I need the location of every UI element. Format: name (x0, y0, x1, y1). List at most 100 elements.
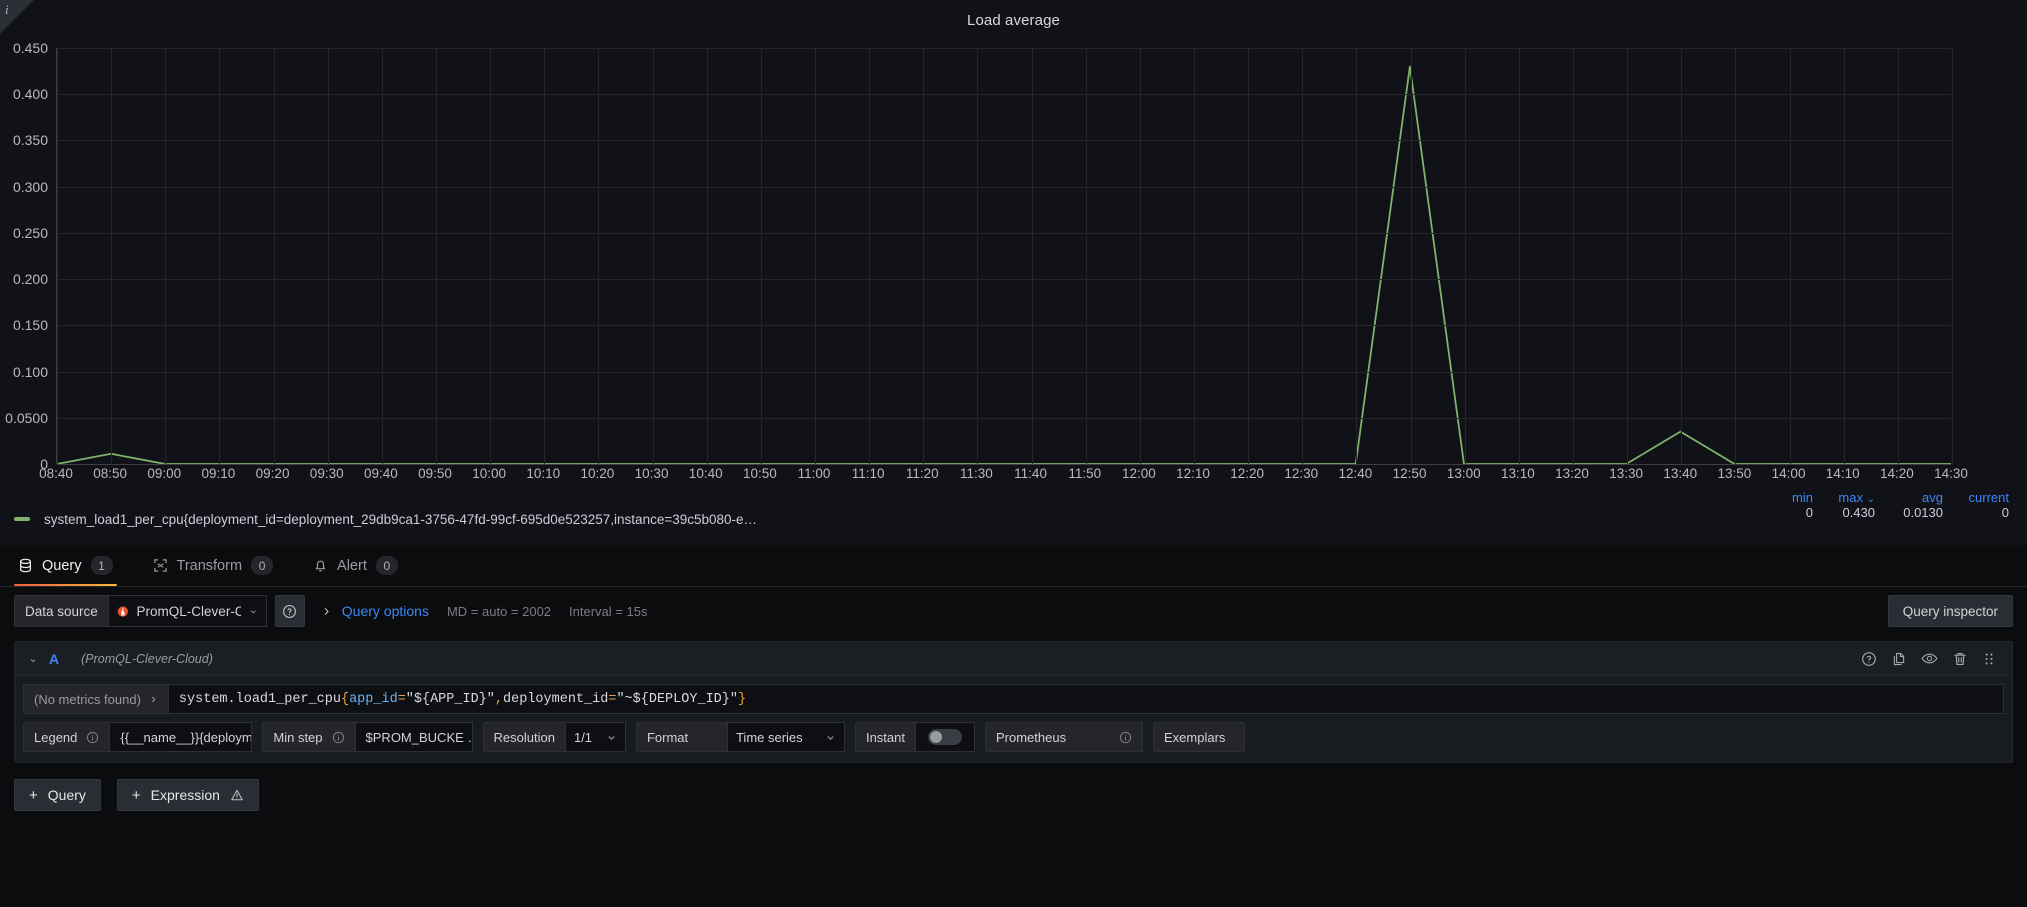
x-axis-tick-label: 09:30 (309, 466, 344, 481)
format-label: Format (635, 722, 728, 752)
grid-line-vertical (1085, 48, 1087, 464)
datasource-row: Data source PromQL-Clever-Cloud Query op… (0, 587, 2027, 635)
resolution-select[interactable]: 1/1 (565, 722, 626, 752)
resolution-label: Resolution (482, 722, 566, 752)
legend-item[interactable]: system_load1_per_cpu{deployment_id=deplo… (0, 504, 2027, 534)
tab-query[interactable]: Query 1 (14, 545, 131, 586)
trash-icon[interactable] (1952, 651, 1968, 667)
grid-line-horizontal (57, 279, 1951, 281)
plot-area[interactable]: 0.450 0.400 0.350 0.300 0.250 0.200 0.150 0.100… (0, 36, 2027, 481)
promql-token: deployment_id (503, 691, 609, 707)
datasource-selected-name: PromQL-Clever-Cloud (136, 603, 242, 619)
database-icon (20, 558, 31, 573)
x-axis-tick-label: 12:50 (1392, 466, 1427, 481)
x-axis-tick-label: 11:00 (797, 466, 831, 481)
query-inspector-button[interactable]: Query inspector (1887, 595, 2013, 627)
x-axis-tick-label: 10:30 (634, 466, 669, 481)
grid-line-vertical (815, 48, 816, 464)
duplicate-icon[interactable] (1891, 651, 1907, 667)
series-line-chart (57, 48, 1951, 464)
x-axis-tick-label: 13:00 (1446, 466, 1481, 481)
info-circle-icon[interactable] (1119, 731, 1132, 744)
x-axis-tick-label: 11:50 (1068, 466, 1102, 481)
query-editor-card: ⌄ A (PromQL-Clever-Cloud) (No metrics fo… (14, 641, 2013, 763)
grid-line-horizontal (57, 94, 1951, 96)
grid-line-vertical (57, 48, 58, 464)
datasource-picker[interactable]: PromQL-Clever-Cloud (108, 595, 267, 627)
grid-line-vertical (1573, 48, 1574, 464)
grid-line-vertical (1681, 48, 1683, 464)
grid-line-vertical (436, 48, 437, 464)
tab-alert-label: Alert (337, 557, 367, 574)
legend-stat-header-current[interactable]: current (1947, 490, 2013, 505)
x-axis-tick-label: 10:50 (742, 466, 777, 481)
grid-line-vertical (706, 48, 708, 464)
legend-stat-header-max[interactable]: max ⌄ (1817, 490, 1879, 505)
query-options-toggle[interactable]: Query options MD = auto = 2002 Interval … (321, 603, 648, 619)
tab-transform[interactable]: Transform 0 (149, 545, 292, 586)
chevron-down-icon[interactable]: ⌄ (23, 652, 43, 665)
grid-line-vertical (165, 48, 167, 464)
query-expression-row: (No metrics found) system.load1_per_cpu{… (15, 676, 2012, 714)
legend-series-label[interactable]: system_load1_per_cpu{deployment_id=deplo… (44, 512, 2007, 527)
legend-stat-value-current: 0 (2001, 505, 2009, 520)
metric-select-label: (No metrics found) (34, 691, 141, 707)
help-circle-icon[interactable] (1861, 651, 1877, 667)
grid-line-vertical (327, 48, 329, 464)
grid-line-vertical (1627, 48, 1629, 464)
x-axis-tick-label: 09:00 (147, 466, 182, 481)
transform-icon (153, 559, 167, 572)
legend: system_load1_per_cpu{deployment_id=deplo… (0, 490, 2027, 545)
min-step-label: Min step (262, 722, 356, 752)
legend-stat-header-avg[interactable]: avg (1879, 490, 1947, 505)
query-row-header: ⌄ A (PromQL-Clever-Cloud) (15, 642, 2012, 676)
format-value: Time series (735, 729, 803, 745)
legend-stat-header-min[interactable]: min (1763, 490, 1817, 505)
grid-line-vertical (111, 48, 113, 464)
metric-select-button[interactable]: (No metrics found) (23, 684, 169, 714)
grid-line-vertical (1139, 48, 1141, 464)
add-query-button[interactable]: + Query (14, 779, 101, 811)
panel-editor-tabs: Query 1 Transform 0 Alert 0 (0, 545, 2027, 587)
chevron-down-icon (251, 609, 256, 613)
y-axis-tick-label: 0.250 (12, 224, 48, 241)
question-circle-icon (283, 604, 297, 618)
legend-format-input[interactable]: {{__name__}}{deployment … (110, 722, 253, 752)
promql-token: , (494, 691, 504, 707)
exemplars-toggle[interactable]: Exemplars (1153, 722, 1245, 752)
legend-stat-value-min: 0 (1805, 505, 1813, 520)
tab-alert[interactable]: Alert 0 (309, 545, 416, 586)
x-axis-tick-label: 12:10 (1176, 466, 1210, 481)
grid-line-vertical (1194, 48, 1195, 464)
warning-triangle-icon (231, 789, 243, 801)
legend-color-swatch[interactable] (14, 517, 30, 521)
instant-toggle[interactable] (916, 722, 975, 752)
grid-line-horizontal (57, 371, 1951, 373)
min-step-input[interactable]: $PROM_BUCKE … (355, 722, 473, 752)
datasource-label: Data source (14, 595, 109, 627)
x-axis-tick-label: 10:40 (688, 466, 723, 481)
grid-line-horizontal (57, 48, 1951, 49)
x-axis-tick-label: 12:20 (1230, 466, 1265, 481)
legend-stat-header-max-text: max (1838, 490, 1863, 505)
format-select[interactable]: Time series (727, 722, 845, 752)
interval-text: Interval = 15s (569, 603, 648, 619)
prometheus-flame-icon (117, 605, 128, 617)
info-italic-icon[interactable]: i (5, 3, 9, 17)
info-circle-icon[interactable] (332, 731, 345, 744)
grid-line-vertical (1302, 48, 1304, 464)
info-circle-icon[interactable] (86, 731, 99, 744)
grid-line-vertical (1518, 48, 1520, 464)
x-axis-tick-label: 10:20 (580, 466, 615, 481)
grid-line-vertical (1248, 48, 1250, 464)
promql-expression-input[interactable]: system.load1_per_cpu{app_id = "${APP_ID}",… (168, 684, 2004, 714)
add-expression-label: Expression (150, 787, 220, 803)
tab-transform-badge: 0 (251, 556, 274, 575)
prometheus-label-text: Prometheus (996, 729, 1067, 745)
add-expression-button[interactable]: + Expression (116, 779, 259, 811)
datasource-help-button[interactable] (274, 595, 305, 627)
query-ref-id[interactable]: A (49, 651, 59, 667)
eye-icon[interactable] (1921, 650, 1938, 667)
x-axis-tick-label: 08:50 (93, 466, 128, 481)
drag-handle-icon[interactable] (1982, 651, 1996, 667)
